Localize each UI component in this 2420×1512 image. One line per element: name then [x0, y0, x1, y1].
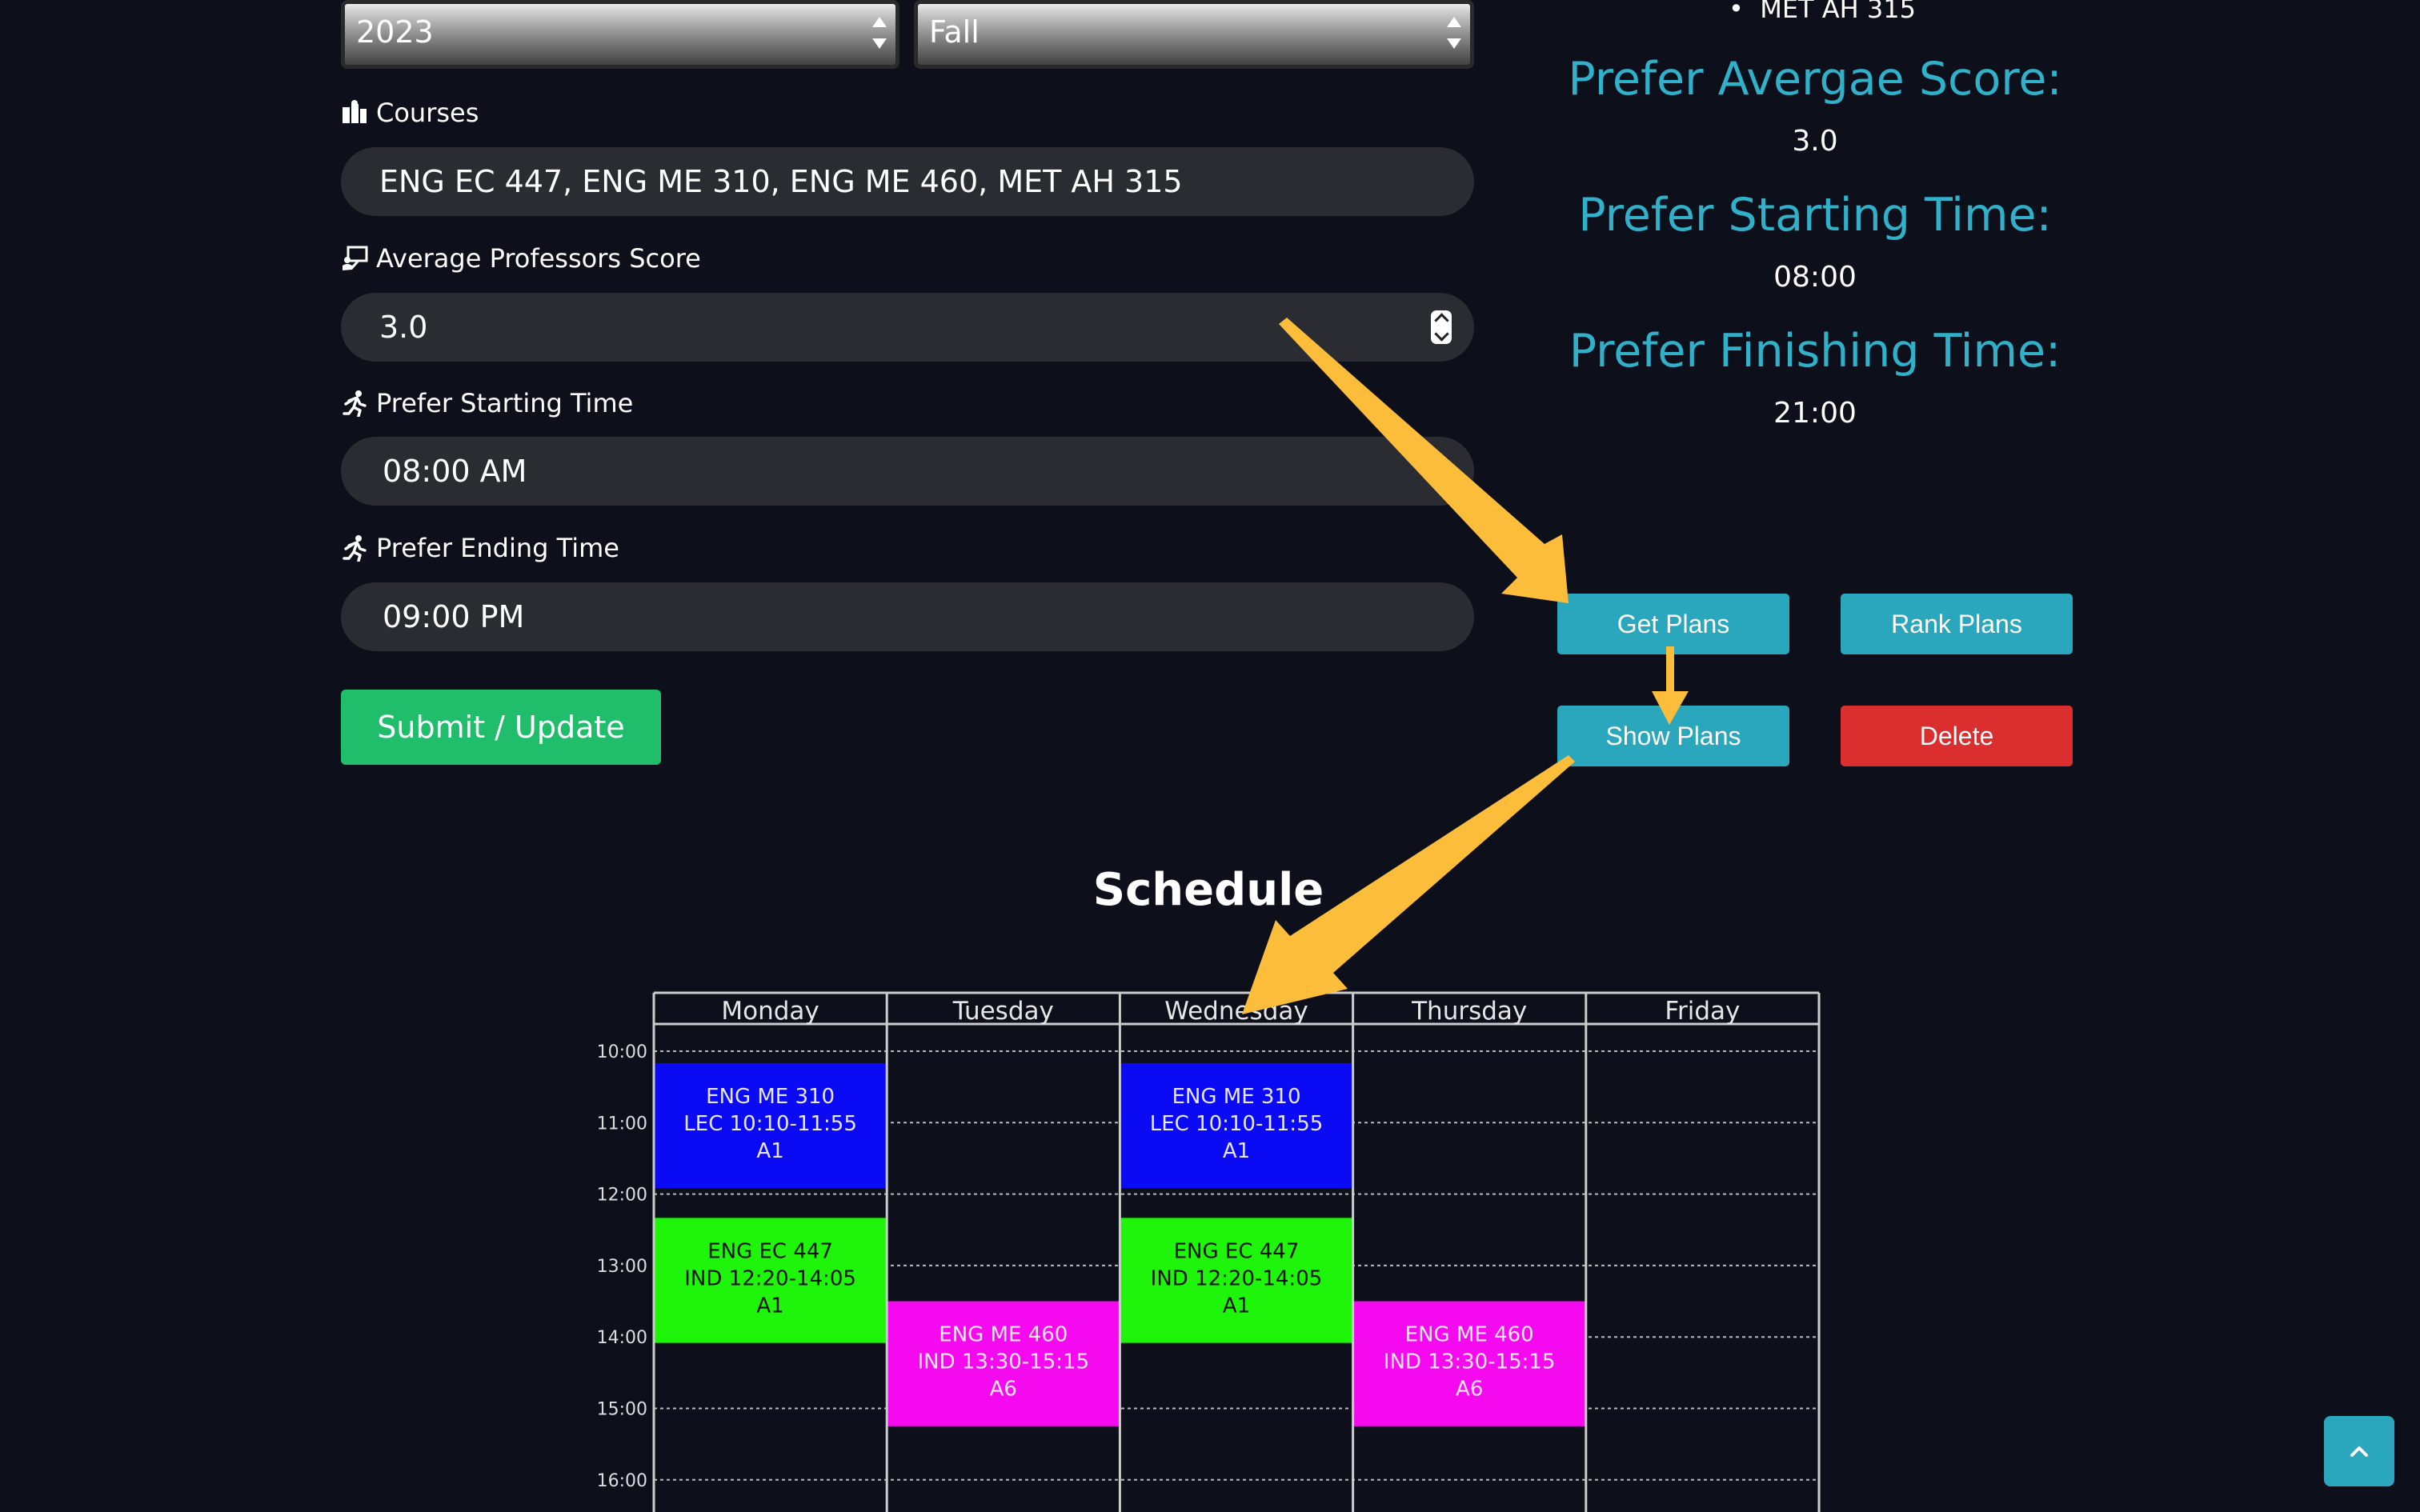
annotation-arrows [1242, 318, 1689, 1014]
back-to-top-button[interactable] [2324, 1416, 2394, 1486]
chevron-up-icon [2350, 1446, 2368, 1457]
arrow-to-get-plans [1279, 318, 1569, 603]
arrow-to-show-plans [1652, 646, 1689, 725]
arrow-to-schedule [1242, 755, 1575, 1014]
